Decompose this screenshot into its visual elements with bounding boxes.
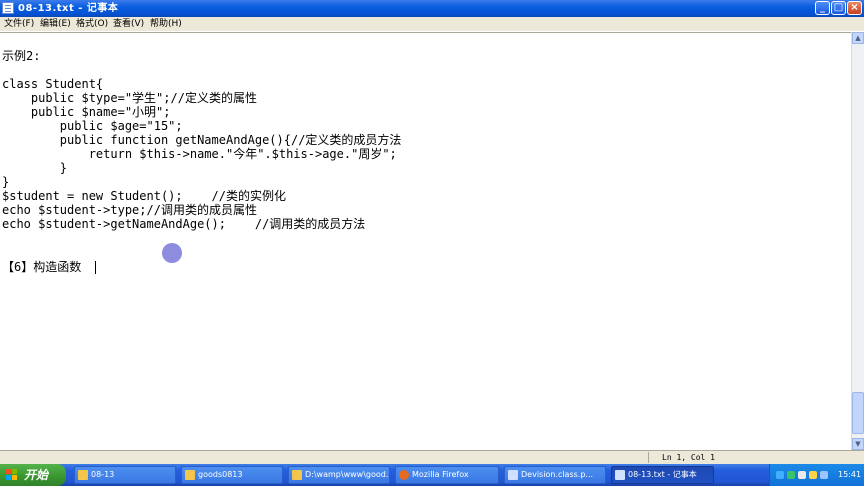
taskbar-item-goods0813[interactable]: goods0813 <box>181 466 283 484</box>
taskbar-item-label: 08-13 <box>91 470 115 479</box>
taskbar-item-08-13[interactable]: 08-13 <box>74 466 176 484</box>
start-label: 开始 <box>24 468 49 482</box>
editor-line: return $this->name."今年".$this->age."周岁"; <box>2 147 397 161</box>
scroll-down-arrow-icon[interactable]: ▼ <box>852 438 864 450</box>
menu-format[interactable]: 格式(O) <box>76 17 108 31</box>
folder-icon <box>185 470 195 480</box>
editor-line: public $age="15"; <box>2 119 183 133</box>
maximize-icon: □ <box>833 2 844 13</box>
taskbar-item-label: 08-13.txt - 记事本 <box>628 470 697 479</box>
system-tray: 15:41 <box>769 464 864 486</box>
folder-icon <box>78 470 88 480</box>
security-icon[interactable] <box>787 471 795 479</box>
editor-line: class Student{ <box>2 77 104 91</box>
close-icon: × <box>850 2 859 13</box>
taskbar-item-firefox[interactable]: Mozilla Firefox <box>395 466 499 484</box>
clock[interactable]: 15:41 <box>838 464 861 486</box>
mouse-cursor-highlight <box>162 243 182 263</box>
status-bar: Ln 1, Col 1 <box>0 450 864 464</box>
firefox-icon <box>399 470 409 480</box>
network-icon[interactable] <box>776 471 784 479</box>
text-editor[interactable]: 示例2: class Student{ public $type="学生";//… <box>0 32 851 451</box>
taskbar-item-wamp-folder[interactable]: D:\wamp\www\good... <box>288 466 390 484</box>
taskbar-item-devision-class[interactable]: Devision.class.p... <box>504 466 606 484</box>
minimize-icon: _ <box>820 2 825 13</box>
editor-line: echo $student->type;//调用类的成员属性 <box>2 203 257 217</box>
menu-file[interactable]: 文件(F) <box>4 17 34 31</box>
text-caret <box>95 261 96 274</box>
editor-line: $student = new Student(); //类的实例化 <box>2 189 286 203</box>
start-button[interactable]: 开始 <box>0 464 66 486</box>
scroll-up-arrow-icon[interactable]: ▲ <box>852 32 864 44</box>
scroll-thumb[interactable] <box>852 392 864 434</box>
notepad-icon <box>508 470 518 480</box>
status-divider <box>648 452 649 463</box>
menu-help[interactable]: 帮助(H) <box>150 17 182 31</box>
minimize-button[interactable]: _ <box>815 1 830 15</box>
menu-bar: 文件(F) 编辑(E) 格式(O) 查看(V) 帮助(H) <box>0 17 864 31</box>
editor-line: } <box>2 175 10 189</box>
close-button[interactable]: × <box>847 1 862 15</box>
editor-line: public $type="学生";//定义类的属性 <box>2 91 257 105</box>
taskbar-item-label: goods0813 <box>198 470 243 479</box>
editor-line: public function getNameAndAge(){//定义类的成员… <box>2 133 402 147</box>
editor-line: public $name="小明"; <box>2 105 171 119</box>
menu-view[interactable]: 查看(V) <box>113 17 144 31</box>
taskbar: 开始 08-13 goods0813 D:\wamp\www\good... M… <box>0 464 864 486</box>
taskbar-item-notepad-active[interactable]: 08-13.txt - 记事本 <box>611 466 714 484</box>
cursor-position: Ln 1, Col 1 <box>662 453 715 462</box>
notepad-icon <box>615 470 625 480</box>
menu-edit[interactable]: 编辑(E) <box>40 17 71 31</box>
input-method-icon[interactable] <box>809 471 817 479</box>
editor-line: } <box>2 161 68 175</box>
folder-icon <box>292 470 302 480</box>
editor-line: 示例2: <box>2 49 41 63</box>
notepad-icon <box>2 2 14 14</box>
taskbar-item-label: Devision.class.p... <box>521 470 594 479</box>
window-title: 08-13.txt - 记事本 <box>18 3 119 14</box>
editor-line: echo $student->getNameAndAge(); //调用类的成员… <box>2 217 366 231</box>
vertical-scrollbar[interactable]: ▲ ▼ <box>851 32 864 450</box>
taskbar-item-label: Mozilla Firefox <box>412 470 469 479</box>
taskbar-item-label: D:\wamp\www\good... <box>305 470 390 479</box>
maximize-button[interactable]: □ <box>831 1 846 15</box>
title-bar[interactable]: 08-13.txt - 记事本 _ □ × <box>0 0 864 17</box>
windows-flag-icon <box>6 469 18 481</box>
tray-app-icon[interactable] <box>820 471 828 479</box>
editor-line: 【6】构造函数 <box>2 260 82 274</box>
volume-icon[interactable] <box>798 471 806 479</box>
